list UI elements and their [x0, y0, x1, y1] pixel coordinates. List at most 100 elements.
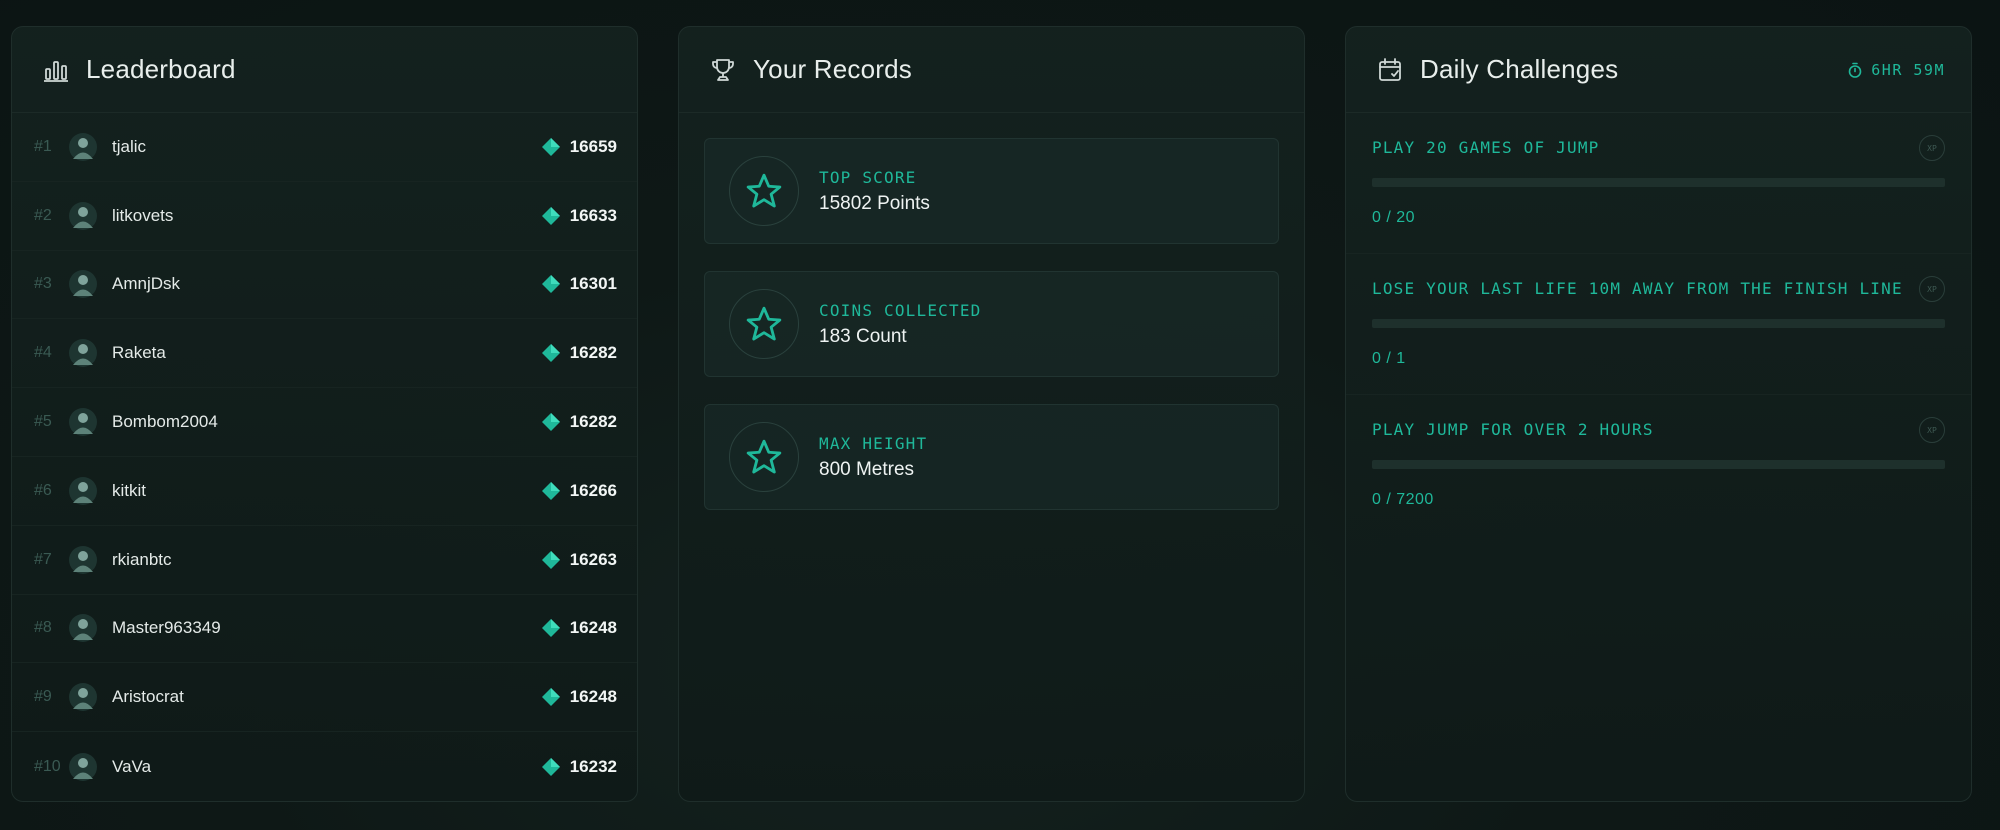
gem-icon	[541, 757, 560, 776]
trophy-icon	[709, 56, 737, 84]
record-value: 800 Metres	[819, 458, 915, 480]
xp-badge: XP	[1919, 417, 1945, 443]
leaderboard-row[interactable]: #4 Raketa 16282	[12, 319, 637, 389]
leaderboard-row[interactable]: #2 litkovets 16633	[12, 182, 637, 251]
avatar	[68, 682, 98, 712]
leaderboard-row[interactable]: #1 tjalic 16659	[12, 113, 637, 182]
calendar-check-icon	[1376, 56, 1404, 84]
player-score: 16248	[541, 618, 617, 638]
records-list: TOP SCORE 15802 Points COINS COLLECTED 1…	[679, 113, 1304, 562]
progress-bar	[1372, 460, 1945, 469]
progress-bar	[1372, 319, 1945, 328]
progress-text: 0 / 20	[1372, 209, 1416, 226]
record-card-coins: COINS COLLECTED 183 Count	[704, 271, 1279, 377]
leaderboard-row[interactable]: #9 Aristocrat 16248	[12, 663, 637, 733]
avatar	[68, 613, 98, 643]
star-icon	[729, 422, 799, 492]
player-name: tjalic	[112, 136, 147, 156]
progress-bar	[1372, 178, 1945, 187]
challenge-title: PLAY JUMP FOR OVER 2 HOURS	[1372, 420, 1654, 439]
player-score: 16248	[541, 687, 617, 707]
player-score: 16282	[541, 343, 617, 363]
player-score: 16301	[541, 274, 617, 294]
leaderboard-row[interactable]: #6 kitkit 16266	[12, 457, 637, 526]
progress-text: 0 / 7200	[1372, 491, 1434, 508]
gem-icon	[541, 206, 560, 225]
leaderboard-row[interactable]: #7 rkianbtc 16263	[12, 526, 637, 595]
star-icon	[729, 156, 799, 226]
record-card-max-height: MAX HEIGHT 800 Metres	[704, 404, 1279, 510]
player-name: AmnjDsk	[112, 274, 181, 294]
player-score: 16633	[541, 205, 617, 226]
score-value: 16301	[569, 274, 617, 294]
player-name: Master963349	[112, 618, 221, 638]
leaderboard-header: Leaderboard	[12, 27, 637, 113]
challenge-title: PLAY 20 GAMES OF JUMP	[1372, 138, 1600, 157]
leaderboard-row[interactable]: #10 VaVa 16232	[12, 732, 637, 801]
leaderboard-title: Leaderboard	[86, 54, 236, 84]
leaderboard-row[interactable]: #8 Master963349 16248	[12, 595, 637, 664]
player-name: Bombom2004	[112, 412, 218, 432]
record-label: COINS COLLECTED	[819, 300, 982, 320]
records-header: Your Records	[679, 27, 1304, 113]
timer-text: 6HR 59M	[1871, 61, 1945, 79]
gem-icon	[541, 137, 560, 156]
score-value: 16659	[569, 136, 617, 156]
star-icon	[729, 289, 799, 359]
stopwatch-icon	[1848, 62, 1862, 78]
player-score: 16232	[541, 756, 617, 777]
gem-icon	[541, 619, 560, 638]
leaderboard-row[interactable]: #5 Bombom2004 16282	[12, 388, 637, 457]
avatar	[68, 132, 98, 162]
record-value: 183 Count	[819, 325, 907, 347]
score-value: 16633	[569, 205, 617, 225]
rank-label: #4	[34, 344, 52, 362]
record-label: MAX HEIGHT	[819, 433, 928, 453]
daily-challenges-panel: Daily Challenges 6HR 59M PLAY 20 GAMES O…	[1345, 26, 1972, 802]
rank-label: #1	[34, 137, 52, 155]
challenge-list: PLAY 20 GAMES OF JUMP XP 0 / 20 LOSE YOU…	[1346, 113, 1971, 536]
progress-text: 0 / 1	[1372, 350, 1406, 367]
challenge-item: PLAY JUMP FOR OVER 2 HOURS XP 0 / 7200	[1346, 395, 1971, 536]
score-value: 16282	[569, 343, 617, 363]
challenge-title: LOSE YOUR LAST LIFE 10M AWAY FROM THE FI…	[1372, 279, 1903, 298]
gem-icon	[541, 688, 560, 707]
daily-title: Daily Challenges	[1420, 54, 1619, 84]
xp-badge: XP	[1919, 135, 1945, 161]
challenge-item: PLAY 20 GAMES OF JUMP XP 0 / 20	[1346, 113, 1971, 254]
player-name: rkianbtc	[112, 549, 172, 569]
player-score: 16282	[541, 412, 617, 432]
avatar	[68, 752, 98, 782]
avatar	[68, 269, 98, 299]
score-value: 16266	[569, 480, 617, 500]
player-score: 16266	[541, 480, 617, 501]
gem-icon	[541, 550, 560, 569]
score-value: 16248	[569, 687, 617, 707]
player-name: kitkit	[112, 480, 146, 500]
player-name: Aristocrat	[112, 687, 184, 707]
record-card-top-score: TOP SCORE 15802 Points	[704, 138, 1279, 244]
avatar	[68, 545, 98, 575]
rank-label: #3	[34, 275, 52, 293]
score-value: 16282	[569, 412, 617, 432]
leaderboard-list: #1 tjalic 16659 #2 litkovets 16633 #3 Am…	[12, 113, 637, 801]
reset-timer: 6HR 59M	[1847, 27, 1945, 113]
score-value: 16248	[569, 618, 617, 638]
gem-icon	[541, 275, 560, 294]
player-name: VaVa	[112, 756, 152, 776]
leaderboard-row[interactable]: #3 AmnjDsk 16301	[12, 251, 637, 320]
avatar	[68, 476, 98, 506]
gem-icon	[541, 413, 560, 432]
rank-label: #5	[34, 413, 52, 431]
score-value: 16232	[569, 756, 617, 776]
rank-label: #6	[34, 481, 52, 499]
gem-icon	[541, 344, 560, 363]
rank-label: #8	[34, 619, 52, 637]
rank-label: #9	[34, 688, 52, 706]
score-value: 16263	[569, 549, 617, 569]
daily-header: Daily Challenges 6HR 59M	[1346, 27, 1971, 113]
avatar	[68, 201, 98, 231]
records-panel: Your Records TOP SCORE 15802 Points COIN…	[678, 26, 1305, 802]
xp-badge: XP	[1919, 276, 1945, 302]
avatar	[68, 407, 98, 437]
